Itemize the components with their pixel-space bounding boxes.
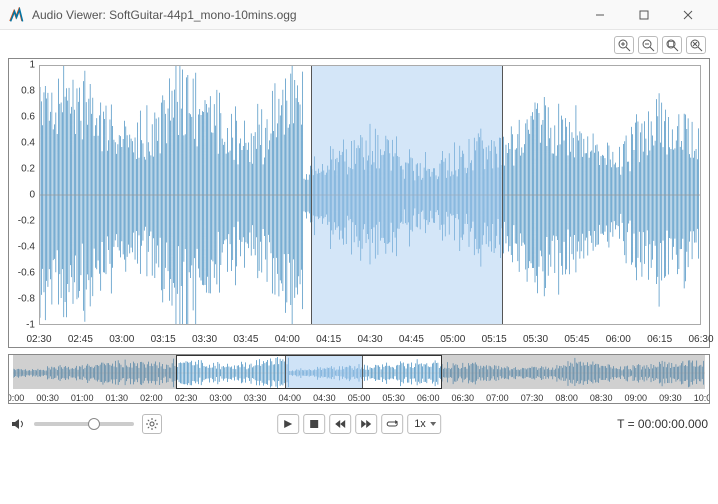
overview-tick: 01:30 [106, 393, 129, 403]
overview-x-axis: 00:0000:3001:0001:3002:0002:3003:0003:30… [13, 391, 705, 403]
loop-button[interactable] [381, 414, 403, 434]
content-area: -1 -0.8 -0.6 -0.4 -0.2 0 0.2 0.4 0.6 0.8 1 248.659… [0, 30, 718, 504]
overview-tick: 09:00 [625, 393, 648, 403]
playback-speed-select[interactable]: 1x [407, 414, 441, 434]
fast-forward-button[interactable] [355, 414, 377, 434]
overview-tick: 08:30 [590, 393, 613, 403]
overview-tick: 06:00 [417, 393, 440, 403]
x-tick: 03:30 [192, 334, 217, 345]
x-tick: 04:45 [399, 334, 424, 345]
minimize-button[interactable] [578, 0, 622, 30]
overview-tick: 07:00 [486, 393, 509, 403]
overview-tick: 04:00 [279, 393, 302, 403]
play-button[interactable] [277, 414, 299, 434]
selection-region[interactable]: 248.6591 318.3432 [311, 66, 503, 324]
overview-tick: 00:30 [36, 393, 59, 403]
overview-tick: 02:00 [140, 393, 163, 403]
maximize-button[interactable] [622, 0, 666, 30]
y-tick: 1 [9, 60, 35, 71]
titlebar: Audio Viewer: SoftGuitar-44p1_mono-10min… [0, 0, 718, 30]
overview-tick: 09:30 [659, 393, 682, 403]
overview-dim-left [13, 355, 176, 389]
y-tick: -0.6 [9, 268, 35, 279]
overview-tick: 04:30 [313, 393, 336, 403]
x-tick: 04:15 [316, 334, 341, 345]
overview-tick: 08:00 [555, 393, 578, 403]
y-tick: 0.8 [9, 86, 35, 97]
zoom-in-button[interactable] [614, 36, 634, 54]
volume-slider[interactable] [34, 422, 134, 426]
y-tick: 0 [9, 190, 35, 201]
overview-tick: 06:30 [452, 393, 475, 403]
waveform-canvas[interactable]: 248.6591 318.3432 [39, 65, 701, 325]
window-title: Audio Viewer: SoftGuitar-44p1_mono-10min… [32, 8, 297, 22]
overview-tick: 07:30 [521, 393, 544, 403]
x-tick: 06:15 [647, 334, 672, 345]
overview-tick: 05:00 [348, 393, 371, 403]
y-axis: -1-0.8-0.6-0.4-0.200.20.40.60.81 [9, 65, 37, 325]
stop-button[interactable] [303, 414, 325, 434]
x-tick: 02:30 [26, 334, 51, 345]
y-tick: 0.4 [9, 138, 35, 149]
time-readout: T = 00:00:00.000 [617, 417, 708, 431]
x-tick: 04:30 [357, 334, 382, 345]
controls-bar: 1x T = 00:00:00.000 [8, 410, 710, 438]
y-tick: -1 [9, 320, 35, 331]
x-tick: 05:00 [440, 334, 465, 345]
y-tick: 0.6 [9, 112, 35, 123]
y-tick: -0.8 [9, 294, 35, 305]
zoom-out-button[interactable] [638, 36, 658, 54]
zoom-reset-button[interactable] [686, 36, 706, 54]
x-tick: 03:45 [233, 334, 258, 345]
x-tick: 05:45 [564, 334, 589, 345]
x-tick: 02:45 [68, 334, 93, 345]
x-tick: 04:00 [275, 334, 300, 345]
rewind-button[interactable] [329, 414, 351, 434]
overview-dim-right [442, 355, 705, 389]
zoom-toolbar [8, 34, 710, 58]
overview-tick: 03:00 [209, 393, 232, 403]
app-logo-icon [8, 7, 24, 23]
y-tick: -0.2 [9, 216, 35, 227]
overview-viewport[interactable] [176, 355, 443, 389]
x-tick: 05:15 [482, 334, 507, 345]
overview-tick: 02:30 [175, 393, 198, 403]
x-axis: 02:3002:4503:0003:1503:3003:4504:0004:15… [39, 327, 701, 347]
settings-button[interactable] [142, 414, 162, 434]
overview-minimap[interactable]: 00:00 00:30 01:00 01:30 02:00 02:30 03:00 03:30… [8, 354, 710, 404]
overview-tick: 10:00 [694, 393, 710, 403]
overview-tick: 03:30 [244, 393, 267, 403]
close-button[interactable] [666, 0, 710, 30]
y-tick: 0.2 [9, 164, 35, 175]
main-waveform-plot[interactable]: -1 -0.8 -0.6 -0.4 -0.2 0 0.2 0.4 0.6 0.8 1 248.659… [8, 58, 710, 348]
y-tick: -0.4 [9, 242, 35, 253]
x-tick: 03:15 [151, 334, 176, 345]
x-tick: 05:30 [523, 334, 548, 345]
overview-tick: 00:00 [8, 393, 24, 403]
overview-tick: 05:30 [382, 393, 405, 403]
playback-speed-value: 1x [414, 418, 426, 430]
x-tick: 06:30 [688, 334, 713, 345]
overview-tick: 01:00 [71, 393, 94, 403]
x-tick: 03:00 [109, 334, 134, 345]
x-tick: 06:00 [606, 334, 631, 345]
volume-icon [10, 416, 26, 432]
zoom-fit-button[interactable] [662, 36, 682, 54]
